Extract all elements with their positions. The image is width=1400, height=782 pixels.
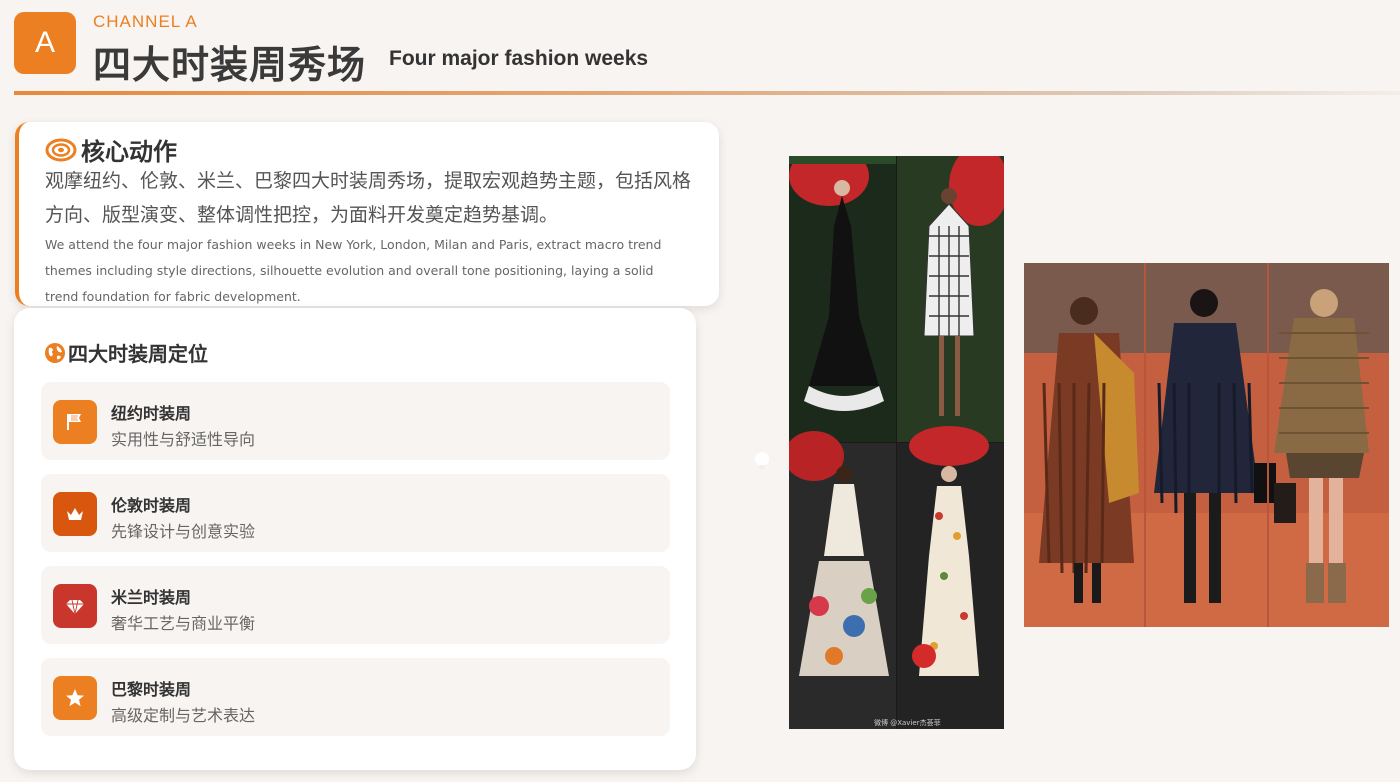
runway-photo-collage-a: 微博 @Xavier杰荟菲 (789, 156, 1004, 729)
item-desc: 奢华工艺与商业平衡 (111, 614, 256, 633)
list-item-london: 伦敦时装周 先锋设计与创意实验 (41, 474, 670, 552)
diamond-icon (66, 599, 84, 615)
item-desc: 高级定制与艺术表达 (111, 706, 256, 725)
core-action-card: 核心动作 观摩纽约、伦敦、米兰、巴黎四大时装周秀场，提取宏观趋势主题，包括风格方… (15, 122, 719, 306)
globe-icon (45, 342, 65, 363)
page-subtitle: Four major fashion weeks (389, 47, 649, 70)
core-action-text-cn: 观摩纽约、伦敦、米兰、巴黎四大时装周秀场，提取宏观趋势主题，包括风格方向、版型演… (45, 170, 692, 226)
item-desc: 先锋设计与创意实验 (111, 522, 256, 541)
item-title: 巴黎时装周 (111, 680, 192, 699)
flag-icon (67, 414, 81, 430)
item-icon-box (53, 584, 97, 628)
item-icon-box (53, 676, 97, 720)
positioning-heading: 四大时装周定位 (44, 338, 208, 367)
header-divider (14, 91, 1400, 95)
item-title: 纽约时装周 (111, 404, 192, 423)
runway-photo-collage-b (1024, 263, 1389, 627)
item-desc: 实用性与舒适性导向 (111, 430, 256, 449)
channel-badge: A (14, 12, 76, 74)
list-item-paris: 巴黎时装周 高级定制与艺术表达 (41, 658, 670, 736)
item-title: 伦敦时装周 (111, 496, 192, 515)
page-title: 四大时装周秀场 (93, 43, 367, 87)
core-action-text-en: We attend the four major fashion weeks i… (45, 237, 662, 304)
channel-label: CHANNEL A (93, 12, 198, 31)
positioning-card: 四大时装周定位 纽约时装周 实用性与舒适性导向 伦敦时装周 先锋设计与创意实验 (14, 308, 696, 770)
target-icon (45, 138, 77, 161)
positioning-title: 四大时装周定位 (68, 342, 208, 366)
crown-icon (67, 508, 83, 520)
item-icon-box (53, 492, 97, 536)
list-item-milan: 米兰时装周 奢华工艺与商业平衡 (41, 566, 670, 644)
photo-watermark: 微博 @Xavier杰荟菲 (874, 719, 941, 727)
core-action-heading: 核心动作 (45, 132, 177, 167)
core-action-title: 核心动作 (81, 138, 177, 166)
lightbulb-icon (755, 452, 769, 470)
star-icon (66, 689, 84, 707)
item-icon-box (53, 400, 97, 444)
item-title: 米兰时装周 (111, 588, 192, 607)
list-item-new-york: 纽约时装周 实用性与舒适性导向 (41, 382, 670, 460)
